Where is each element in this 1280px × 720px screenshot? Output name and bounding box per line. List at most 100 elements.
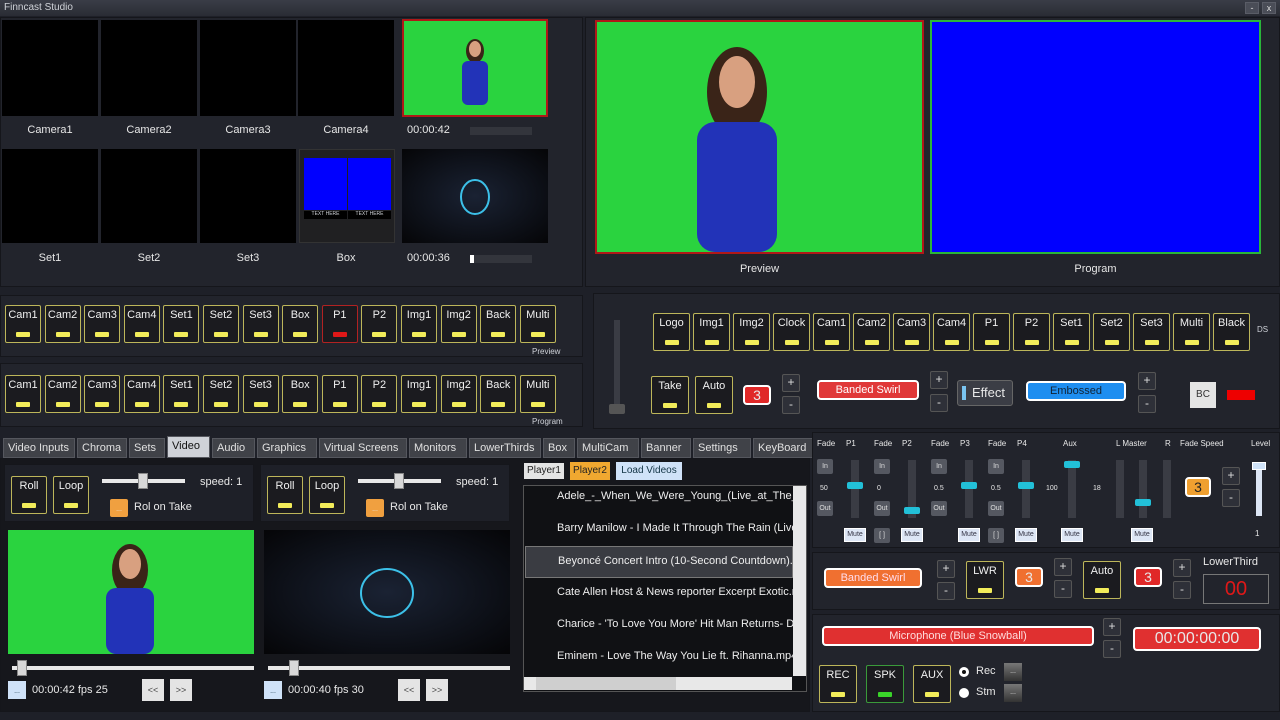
rec-path-button[interactable]: ... xyxy=(1004,663,1022,681)
master-fader-track[interactable] xyxy=(1139,460,1147,518)
bus-button-img1[interactable]: Img1 xyxy=(401,305,437,343)
bus-button-multi[interactable]: Multi xyxy=(519,375,556,413)
playlist-item[interactable]: Beyoncé Concert Intro (10-Second Countdo… xyxy=(525,546,793,578)
lwr-button[interactable]: LWR xyxy=(966,561,1004,599)
fade-out-button-p4[interactable]: Out xyxy=(988,501,1004,516)
tab-box[interactable]: Box xyxy=(543,438,575,458)
fader-track-p4[interactable] xyxy=(1022,460,1030,518)
forward-button[interactable]: >> xyxy=(426,679,448,701)
ds-button-logo[interactable]: Logo xyxy=(653,313,690,351)
ds-button-set1[interactable]: Set1 xyxy=(1053,313,1090,351)
playlist-vscroll[interactable] xyxy=(793,486,806,676)
t-bar-handle[interactable] xyxy=(609,404,625,414)
device-plus[interactable]: + xyxy=(1103,618,1121,636)
effect2-select[interactable]: Embossed xyxy=(1026,381,1126,401)
tab-settings[interactable]: Settings xyxy=(693,438,751,458)
duration-plus-button[interactable]: + xyxy=(782,374,800,392)
video-player-1[interactable] xyxy=(8,530,254,654)
lt-auto-plus[interactable]: + xyxy=(1173,559,1191,577)
load-videos-button[interactable]: Load Videos xyxy=(616,462,682,480)
take-button[interactable]: Take xyxy=(651,376,689,414)
tab-chroma[interactable]: Chroma xyxy=(77,438,127,458)
open-file-button[interactable]: ... xyxy=(8,681,26,699)
stm-path-button[interactable]: ... xyxy=(1004,684,1022,702)
speed-slider-knob[interactable] xyxy=(394,473,404,489)
bracket-button[interactable]: [ ] xyxy=(874,528,890,543)
bus-button-cam3[interactable]: Cam3 xyxy=(84,305,121,343)
player2-tab[interactable]: Player2 xyxy=(570,462,610,480)
fade-out-button-p1[interactable]: Out xyxy=(817,501,833,516)
tab-sets[interactable]: Sets xyxy=(129,438,165,458)
program-monitor[interactable] xyxy=(930,20,1261,254)
ds-button-clock[interactable]: Clock xyxy=(773,313,810,351)
rec-button[interactable]: REC xyxy=(819,665,857,703)
fader-knob-p3[interactable] xyxy=(961,482,977,489)
roll-on-take-checkbox[interactable]: ... xyxy=(366,499,384,517)
playlist-item[interactable]: Cate Allen Host & News reporter Excerpt … xyxy=(525,578,793,610)
bus-button-p1[interactable]: P1 xyxy=(321,305,358,343)
lt-effect-minus[interactable]: - xyxy=(937,582,955,600)
bus-button-back[interactable]: Back xyxy=(480,305,517,343)
camera4-thumb[interactable] xyxy=(298,20,394,116)
fade-in-button-p2[interactable]: In xyxy=(874,459,890,474)
playlist-item[interactable]: Charice - 'To Love You More' Hit Man Ret… xyxy=(525,610,793,642)
minimize-button[interactable]: - xyxy=(1245,2,1259,14)
ds-button-cam2[interactable]: Cam2 xyxy=(853,313,890,351)
player2-thumb[interactable] xyxy=(402,149,548,243)
bus-button-p1[interactable]: P1 xyxy=(321,375,358,413)
ds-button-img2[interactable]: Img2 xyxy=(733,313,770,351)
bus-button-p2[interactable]: P2 xyxy=(361,305,398,343)
ds-button-cam1[interactable]: Cam1 xyxy=(813,313,850,351)
bracket-button[interactable]: [ ] xyxy=(988,528,1004,543)
mute-button-p3[interactable]: Mute xyxy=(958,528,980,542)
speed-slider-knob[interactable] xyxy=(138,473,148,489)
lwr-minus[interactable]: - xyxy=(1054,580,1072,598)
mute-button-p1[interactable]: Mute xyxy=(844,528,866,542)
tab-video[interactable]: Video xyxy=(167,436,210,458)
effect-minus-button[interactable]: - xyxy=(930,394,948,412)
bus-button-set2[interactable]: Set2 xyxy=(203,375,239,413)
seek-slider[interactable] xyxy=(12,666,254,670)
t-bar-track[interactable] xyxy=(614,320,620,410)
player1-tab[interactable]: Player1 xyxy=(524,463,564,479)
fade-out-button-p3[interactable]: Out xyxy=(931,501,947,516)
ds-button-img1[interactable]: Img1 xyxy=(693,313,730,351)
effect-button[interactable]: Effect xyxy=(957,380,1013,406)
level-knob[interactable] xyxy=(1252,462,1266,470)
tab-keyboard[interactable]: KeyBoard xyxy=(753,438,815,458)
tab-multicam[interactable]: MultiCam xyxy=(577,438,639,458)
box-thumb[interactable]: TEXT HERE TEXT HERE xyxy=(299,149,395,243)
ds-button-set3[interactable]: Set3 xyxy=(1133,313,1170,351)
set3-thumb[interactable] xyxy=(200,149,296,243)
bus-button-set3[interactable]: Set3 xyxy=(242,305,279,343)
lt-effect-select[interactable]: Banded Swirl xyxy=(824,568,922,588)
fader-knob-p2[interactable] xyxy=(904,507,920,515)
ds-button-cam4[interactable]: Cam4 xyxy=(933,313,970,351)
effect-plus-button[interactable]: + xyxy=(930,371,948,389)
audio-device-select[interactable]: Microphone (Blue Snowball) xyxy=(822,626,1094,646)
fader-knob-p1[interactable] xyxy=(847,482,863,489)
fade-in-button-p4[interactable]: In xyxy=(988,459,1004,474)
forward-button[interactable]: >> xyxy=(170,679,192,701)
ds-button-set2[interactable]: Set2 xyxy=(1093,313,1130,351)
duration-minus-button[interactable]: - xyxy=(782,396,800,414)
set2-thumb[interactable] xyxy=(101,149,197,243)
playlist-item[interactable]: Eminem - Love The Way You Lie ft. Rihann… xyxy=(525,642,793,674)
bus-button-cam2[interactable]: Cam2 xyxy=(44,375,81,413)
camera3-thumb[interactable] xyxy=(200,20,296,116)
bus-button-cam1[interactable]: Cam1 xyxy=(5,375,41,413)
open-file-button[interactable]: ... xyxy=(264,681,282,699)
tab-virtual-screens[interactable]: Virtual Screens xyxy=(319,438,407,458)
playlist-item[interactable]: Adele_-_When_We_Were_Young_(Live_at_The_… xyxy=(525,482,793,514)
bus-button-multi[interactable]: Multi xyxy=(519,305,556,343)
transition-effect-select[interactable]: Banded Swirl xyxy=(817,380,919,400)
aux-fader-knob[interactable] xyxy=(1064,461,1080,468)
seek-knob[interactable] xyxy=(16,660,27,676)
bus-button-img2[interactable]: Img2 xyxy=(440,375,477,413)
lt-auto-button[interactable]: Auto xyxy=(1083,561,1121,599)
tab-audio[interactable]: Audio xyxy=(212,438,255,458)
lwr-plus[interactable]: + xyxy=(1054,558,1072,576)
bus-button-back[interactable]: Back xyxy=(480,375,517,413)
bus-button-box[interactable]: Box xyxy=(282,375,319,413)
rec-radio[interactable] xyxy=(959,667,969,677)
